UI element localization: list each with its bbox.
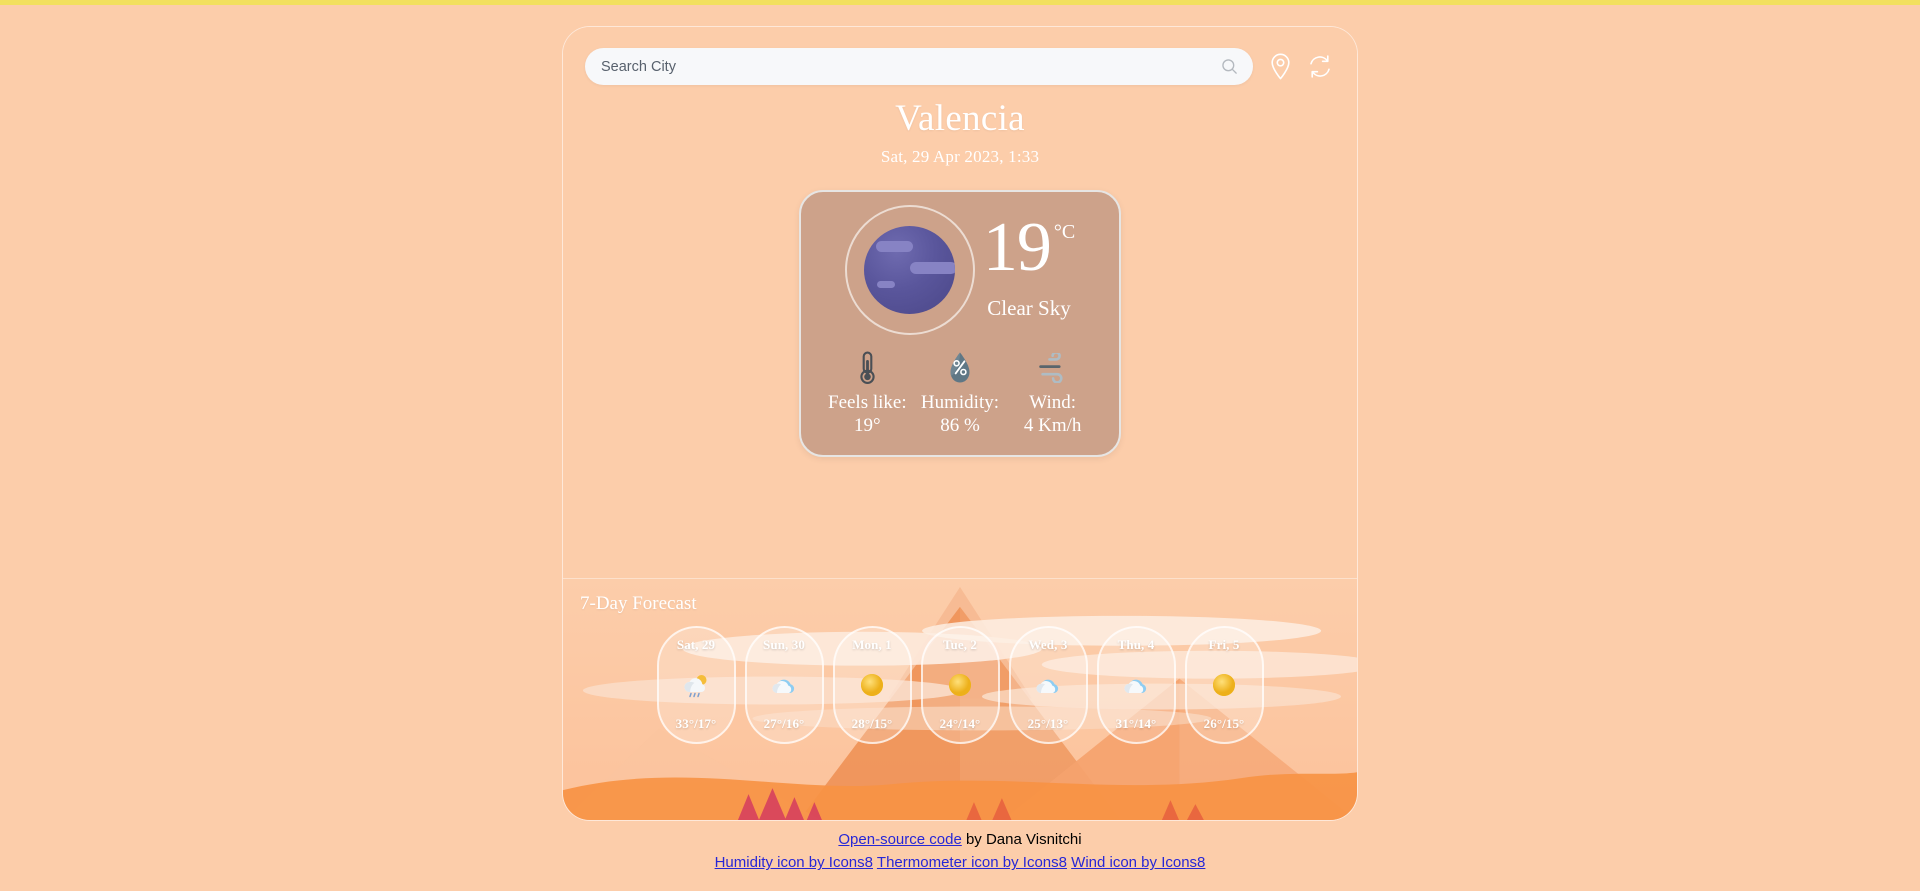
temperature-block: 19 °C Clear Sky [982, 208, 1076, 326]
forecast-card-sat-29[interactable]: Sat, 29 33°/17° [656, 626, 736, 744]
current-weather-card: 19 °C Clear Sky Feels like: 19° Humidity… [799, 190, 1121, 458]
forecast-temps: 24°/14° [939, 716, 981, 731]
page-title: Valencia [895, 98, 1025, 139]
forecast-day-label: Sun, 30 [763, 637, 805, 652]
night-clear-moon-icon [864, 226, 956, 314]
humidity-droplet-icon [914, 349, 1006, 387]
forecast-temps: 31°/14° [1115, 716, 1157, 731]
footer-author-text: by Dana Visnitchi [961, 831, 1082, 848]
forecast-card-thu-4[interactable]: Thu, 4 31°/14° [1096, 626, 1176, 744]
forecast-temps: 28°/15° [851, 716, 893, 731]
current-datetime: Sat, 29 Apr 2023, 1:33 [880, 147, 1040, 166]
cloud-icon [1121, 670, 1151, 700]
forecast-title: 7-Day Forecast [580, 593, 697, 614]
stat-label: Humidity: [920, 392, 1000, 413]
search-box[interactable] [585, 48, 1253, 85]
forecast-day-label: Thu, 4 [1117, 637, 1155, 652]
forecast-temps: 26°/15° [1203, 716, 1245, 731]
refresh-icon[interactable] [1307, 54, 1333, 80]
forecast-card-tue-2[interactable]: Tue, 2 24°/14° [920, 626, 1000, 744]
search-icon[interactable] [1220, 57, 1239, 76]
forecast-section: 7-Day Forecast Sat, 29 33°/17° Sun, 30 2… [563, 578, 1357, 820]
top-section: Valencia Sat, 29 Apr 2023, 1:33 19 °C Cl… [563, 27, 1357, 578]
forecast-day-label: Wed, 3 [1028, 637, 1068, 652]
sun-icon [947, 670, 973, 700]
open-source-code-link[interactable]: Open-source code [838, 831, 961, 848]
footer: Open-source code by Dana Visnitchi Humid… [0, 828, 1920, 875]
forecast-day-label: Mon, 1 [852, 637, 892, 652]
forecast-card-mon-1[interactable]: Mon, 1 28°/15° [832, 626, 912, 744]
forecast-day-label: Fri, 5 [1208, 637, 1240, 652]
thermometer-icon [821, 349, 913, 387]
sun-icon [1211, 670, 1237, 700]
stat-feels-like: Feels like: 19° [821, 349, 913, 437]
stat-label: Wind: [1029, 392, 1076, 413]
thermometer-icon-credit-link[interactable]: Thermometer icon by Icons8 [877, 854, 1067, 871]
forecast-card-fri-5[interactable]: Fri, 5 26°/15° [1184, 626, 1264, 744]
search-row [563, 27, 1357, 85]
forecast-list: Sat, 29 33°/17° Sun, 30 27°/16° Mon, 1 2… [563, 626, 1357, 744]
forecast-temps: 25°/13° [1027, 716, 1069, 731]
current-weather-main: 19 °C Clear Sky [817, 205, 1103, 335]
weather-condition: Clear Sky [987, 296, 1071, 321]
temperature-unit: °C [1053, 220, 1076, 243]
footer-author-row: Open-source code by Dana Visnitchi [0, 828, 1920, 851]
stat-humidity: Humidity: 86 % [914, 349, 1006, 437]
forecast-day-label: Tue, 2 [942, 637, 978, 652]
stat-value: 4 Km/h [1023, 415, 1082, 437]
wind-icon [1007, 349, 1099, 387]
forecast-card-sun-30[interactable]: Sun, 30 27°/16° [744, 626, 824, 744]
wind-icon-credit-link[interactable]: Wind icon by Icons8 [1071, 854, 1205, 871]
sun-icon [859, 670, 885, 700]
weather-stats-row: Feels like: 19° Humidity: 86 % Wind: 4 K… [817, 349, 1103, 437]
forecast-temps: 33°/17° [675, 716, 717, 731]
weather-icon-ring [844, 205, 975, 335]
weather-app-container: Valencia Sat, 29 Apr 2023, 1:33 19 °C Cl… [562, 26, 1358, 821]
forecast-day-label: Sat, 29 [676, 637, 716, 652]
search-input[interactable] [601, 58, 1220, 75]
location-pin-icon[interactable] [1267, 53, 1293, 80]
stat-value: 19° [854, 415, 881, 437]
humidity-icon-credit-link[interactable]: Humidity icon by Icons8 [715, 854, 873, 871]
stat-wind: Wind: 4 Km/h [1007, 349, 1099, 437]
stat-label: Feels like: [828, 392, 907, 413]
forecast-temps: 27°/16° [763, 716, 805, 731]
cloud-icon [769, 670, 799, 700]
temperature-value: 19 [982, 208, 1052, 286]
footer-credits-row: Humidity icon by Icons8 Thermometer icon… [0, 851, 1920, 874]
stat-value: 86 % [940, 415, 980, 437]
rain-sun-cloud-icon [681, 670, 711, 700]
cloud-icon [1033, 670, 1063, 700]
forecast-card-wed-3[interactable]: Wed, 3 25°/13° [1008, 626, 1088, 744]
top-accent-strip [0, 0, 1920, 5]
